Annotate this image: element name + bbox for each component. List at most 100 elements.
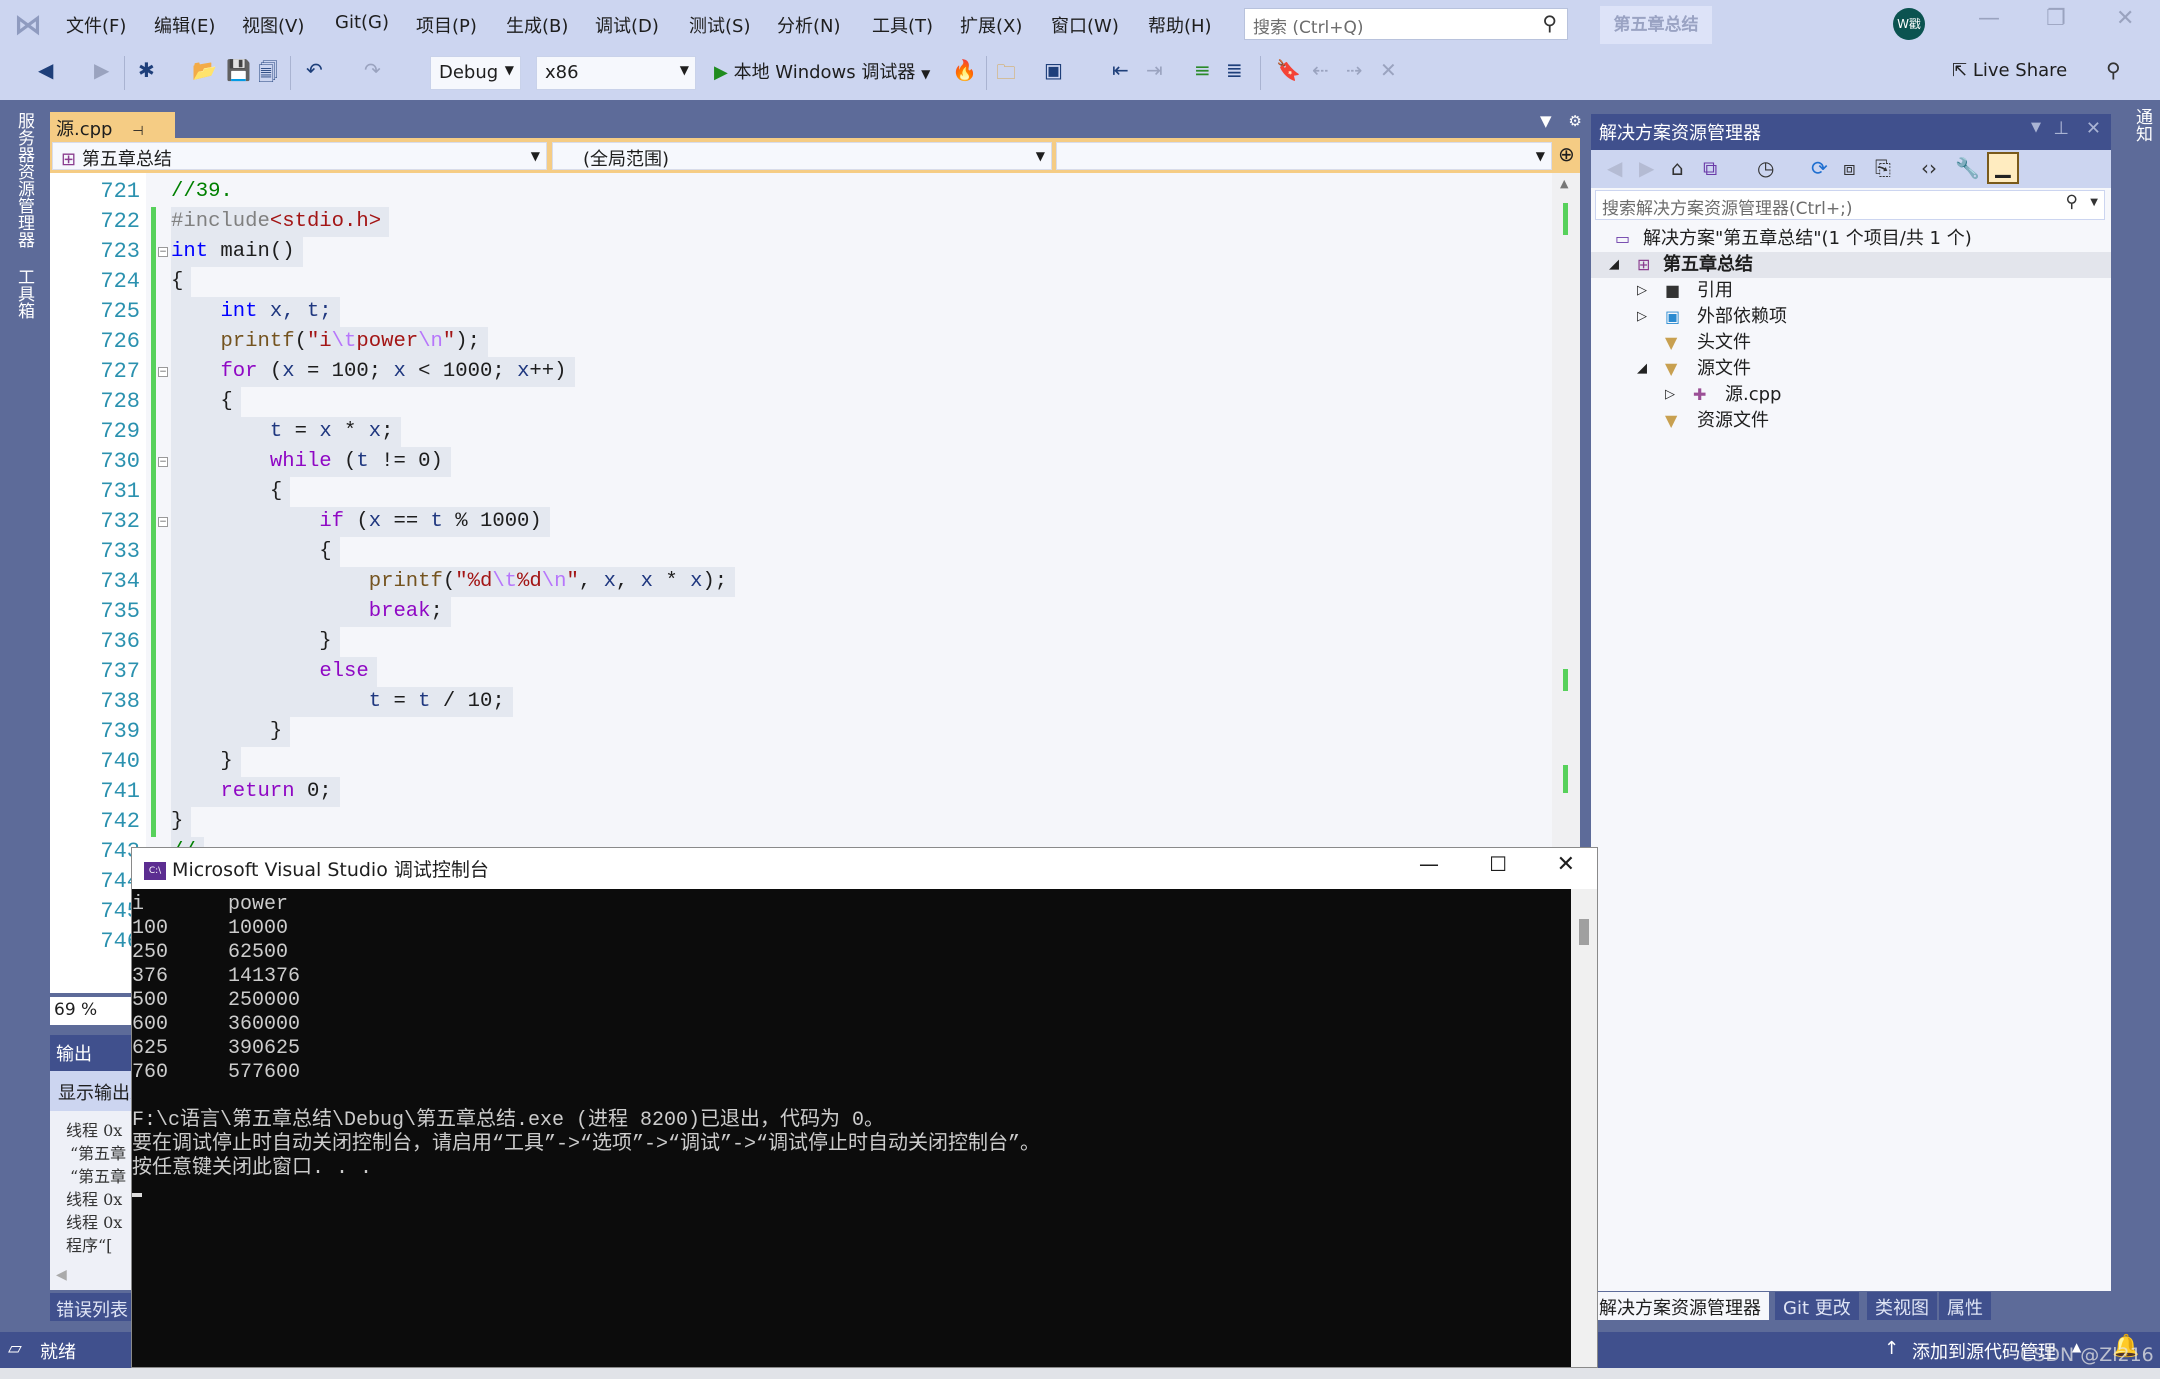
redo-icon[interactable]: ↷: [364, 58, 381, 82]
code-line[interactable]: #include<stdio.h>: [171, 207, 390, 237]
expanded-arrow-icon[interactable]: ◢: [1609, 252, 1619, 278]
menu-edit[interactable]: 编辑(E): [154, 12, 215, 38]
tab-properties[interactable]: 属性: [1939, 1292, 1991, 1320]
tree-item[interactable]: ▼ 头文件: [1591, 330, 2111, 356]
restore-icon[interactable]: ❐: [2046, 6, 2066, 31]
platform-dropdown[interactable]: x86 ▼: [536, 56, 696, 90]
gear-icon[interactable]: ⚙: [1568, 112, 1581, 130]
code-line[interactable]: int main(): [171, 237, 303, 267]
code-line[interactable]: if (x == t % 1000): [171, 507, 550, 537]
code-line[interactable]: }: [171, 747, 241, 777]
console-title-bar[interactable]: C:\ Microsoft Visual Studio 调试控制台 — ☐ ✕: [132, 848, 1597, 889]
tree-item[interactable]: ◢ ⊞ 第五章总结: [1591, 252, 2111, 278]
back-icon[interactable]: ◀: [38, 58, 53, 82]
close-icon[interactable]: ✕: [2116, 6, 2134, 31]
code-line[interactable]: {: [171, 537, 340, 567]
minimize-icon[interactable]: —: [1419, 852, 1439, 876]
menu-test[interactable]: 测试(S): [689, 12, 750, 38]
prev-bookmark-icon[interactable]: ⇠: [1312, 58, 1329, 82]
project-dropdown[interactable]: ⊞ 第五章总结 ▼: [52, 142, 547, 170]
code-line[interactable]: {: [171, 267, 192, 297]
scope-dropdown[interactable]: (全局范围) ▼: [552, 142, 1052, 170]
uncomment-icon[interactable]: ≣: [1226, 58, 1243, 82]
scrollbar-thumb[interactable]: [1579, 919, 1589, 945]
home-icon[interactable]: ⌂: [1671, 156, 1684, 180]
step-over-icon[interactable]: ⇥: [1146, 58, 1163, 82]
tree-item[interactable]: ▷ ■ 引用: [1591, 278, 2111, 304]
close-icon[interactable]: ✕: [1557, 852, 1575, 877]
search-input[interactable]: 搜索 (Ctrl+Q) ⚲: [1244, 8, 1568, 40]
minimize-icon[interactable]: —: [1978, 6, 2000, 31]
new-item-icon[interactable]: ✱: [138, 58, 155, 82]
code-line[interactable]: t = x * x;: [171, 417, 402, 447]
maximize-icon[interactable]: ☐: [1489, 852, 1507, 876]
code-line[interactable]: printf("%d\t%d\n", x, x * x);: [171, 567, 736, 597]
view-code-icon[interactable]: ‹›: [1921, 156, 1937, 180]
switch-views-icon[interactable]: ⧉: [1703, 156, 1717, 180]
debug-console-window[interactable]: C:\ Microsoft Visual Studio 调试控制台 — ☐ ✕ …: [131, 847, 1598, 1368]
tab-class-view[interactable]: 类视图: [1867, 1292, 1937, 1320]
console-scrollbar[interactable]: [1571, 889, 1597, 1367]
code-line[interactable]: while (t != 0): [171, 447, 451, 477]
visual-studio-logo-icon[interactable]: ⋈: [14, 8, 50, 41]
code-line[interactable]: }: [171, 807, 192, 837]
code-line[interactable]: }: [171, 717, 291, 747]
menu-extensions[interactable]: 扩展(X): [960, 12, 1022, 38]
menu-git[interactable]: Git(G): [335, 12, 389, 33]
scroll-left-icon[interactable]: ◀: [56, 1267, 67, 1283]
pin-icon[interactable]: ⊥: [2053, 118, 2069, 139]
collapse-icon[interactable]: −: [158, 517, 168, 527]
back-icon[interactable]: ◀: [1607, 156, 1622, 180]
collapse-all-icon[interactable]: ⧈: [1843, 156, 1856, 180]
tree-item[interactable]: ▼ 资源文件: [1591, 408, 2111, 434]
code-line[interactable]: for (x = 100; x < 1000; x++): [171, 357, 575, 387]
refresh-icon[interactable]: ⟳: [1811, 156, 1828, 180]
forward-icon[interactable]: ▶: [1639, 156, 1654, 180]
code-line[interactable]: t = t / 10;: [171, 687, 513, 717]
collapsed-arrow-icon[interactable]: ▷: [1637, 278, 1647, 304]
live-share-button[interactable]: ⇱ Live Share: [1952, 60, 2067, 81]
code-line[interactable]: break;: [171, 597, 451, 627]
bookmark-icon[interactable]: 🔖: [1276, 58, 1301, 82]
tree-item[interactable]: ◢ ▼ 源文件: [1591, 356, 2111, 382]
code-line[interactable]: else: [171, 657, 377, 687]
find-in-files-icon[interactable]: 🗀: [996, 58, 1016, 92]
close-icon[interactable]: ✕: [2086, 118, 2101, 139]
save-icon[interactable]: 💾: [226, 58, 251, 82]
tab-error-list[interactable]: 错误列表: [50, 1293, 140, 1321]
menu-file[interactable]: 文件(F): [66, 12, 126, 38]
member-dropdown[interactable]: ▼: [1056, 142, 1552, 170]
code-line[interactable]: //39.: [171, 177, 241, 207]
code-line[interactable]: int x, t;: [171, 297, 340, 327]
code-line[interactable]: return 0;: [171, 777, 340, 807]
hot-reload-icon[interactable]: 🔥: [952, 58, 977, 82]
split-icon[interactable]: ⊕: [1558, 142, 1575, 166]
tree-item[interactable]: ▭ 解决方案"第五章总结"(1 个项目/共 1 个): [1591, 226, 2111, 252]
comment-icon[interactable]: ≡: [1194, 58, 1211, 82]
start-debugging-button[interactable]: ▶ 本地 Windows 调试器 ▼: [714, 58, 930, 84]
feedback-icon[interactable]: ⚲: [2106, 58, 2121, 82]
preview-toggle-icon[interactable]: ▁: [1987, 152, 2019, 184]
collapsed-arrow-icon[interactable]: ▷: [1637, 304, 1647, 330]
server-explorer-tab[interactable]: 服务器资源管理器: [12, 112, 37, 248]
code-line[interactable]: {: [171, 477, 291, 507]
menu-view[interactable]: 视图(V): [242, 12, 304, 38]
avatar[interactable]: W戳: [1893, 8, 1925, 40]
tree-item[interactable]: ▷ ▣ 外部依赖项: [1591, 304, 2111, 330]
code-line[interactable]: }: [171, 627, 340, 657]
menu-build[interactable]: 生成(B): [506, 12, 568, 38]
tab-git-changes[interactable]: Git 更改: [1775, 1292, 1859, 1320]
code-line[interactable]: {: [171, 387, 241, 417]
scroll-up-icon[interactable]: ▲: [1560, 177, 1568, 190]
zoom-level-dropdown[interactable]: 69 %: [50, 997, 134, 1025]
screenshot-icon[interactable]: ▣: [1044, 58, 1063, 82]
menu-window[interactable]: 窗口(W): [1051, 12, 1119, 38]
chevron-down-icon[interactable]: ▼: [1540, 112, 1552, 130]
chevron-down-icon[interactable]: ▼: [2090, 197, 2098, 208]
clear-bookmarks-icon[interactable]: ✕: [1380, 58, 1397, 82]
menu-tools[interactable]: 工具(T): [872, 12, 933, 38]
forward-icon[interactable]: ▶: [94, 58, 109, 82]
menu-project[interactable]: 项目(P): [416, 12, 477, 38]
open-folder-icon[interactable]: 📂: [192, 58, 217, 82]
collapsed-arrow-icon[interactable]: ▷: [1665, 382, 1675, 408]
